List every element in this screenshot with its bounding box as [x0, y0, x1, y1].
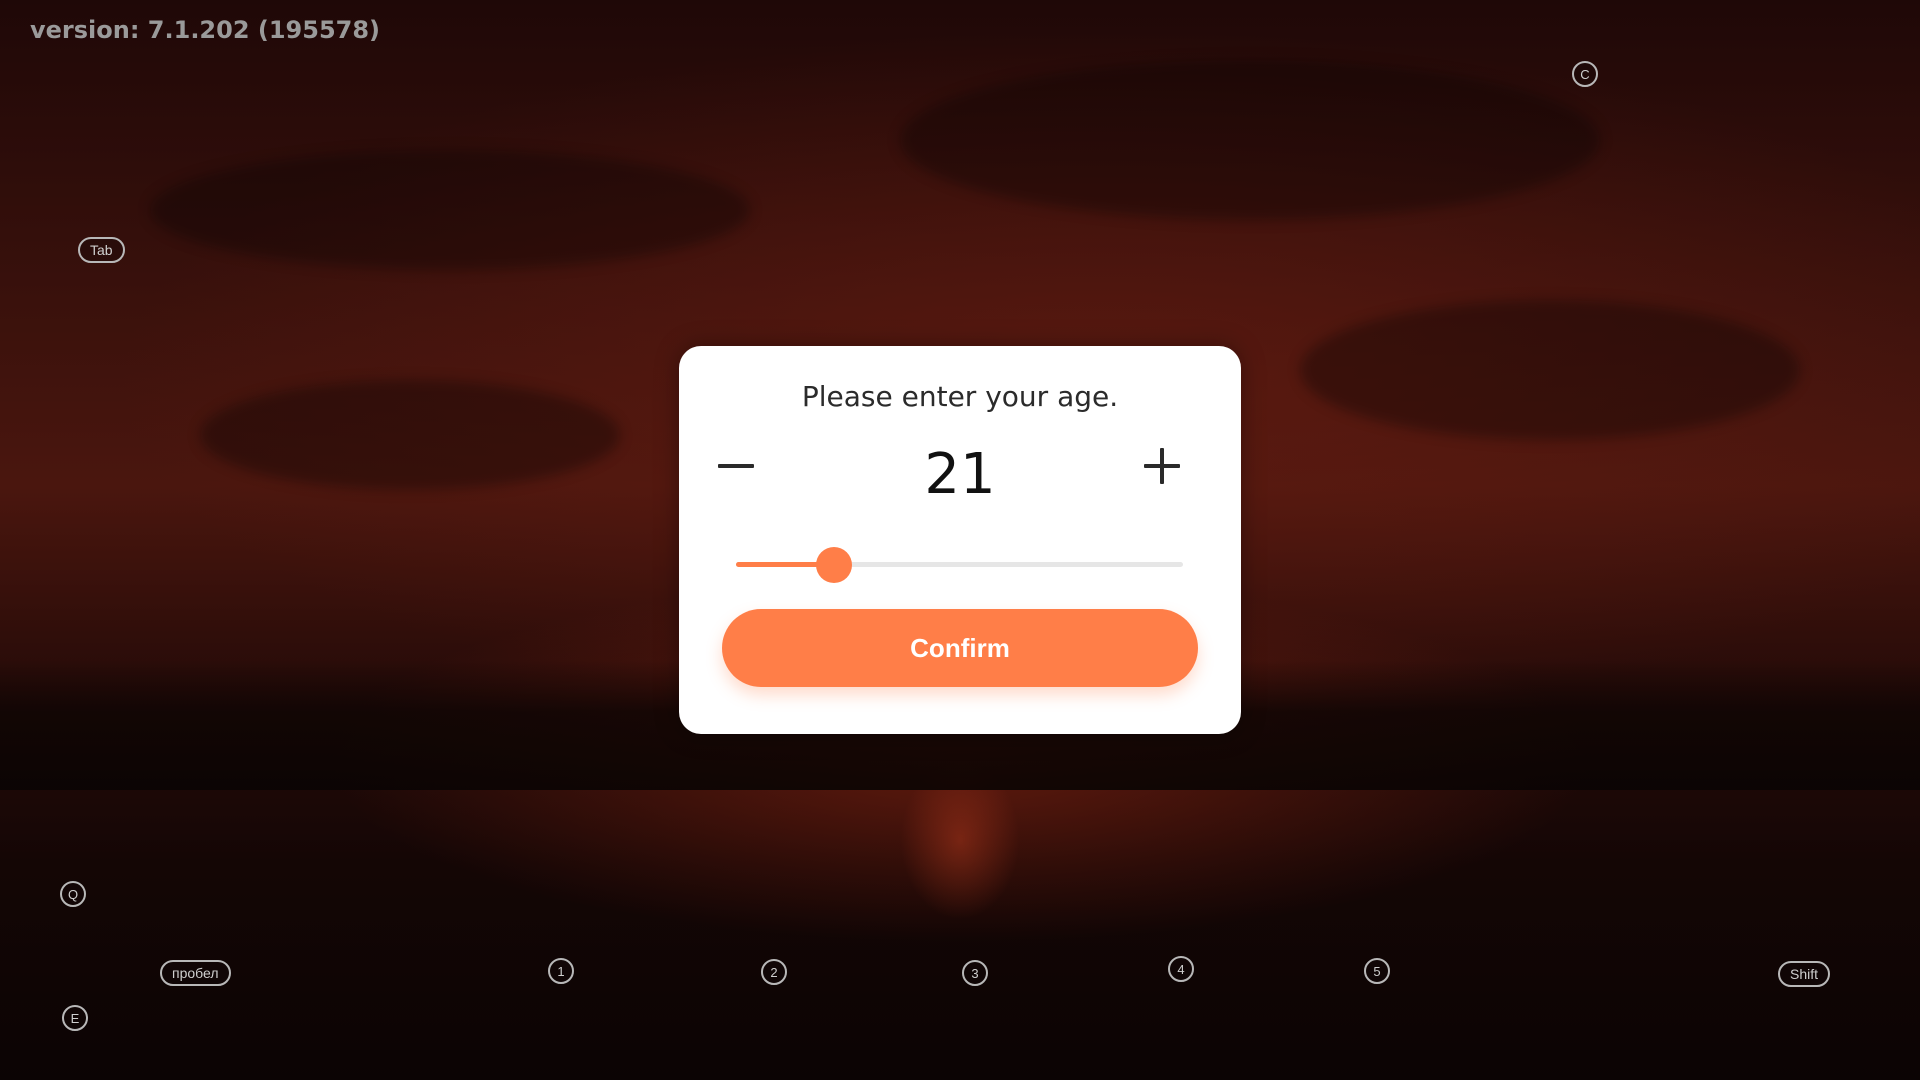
key-hint-4: 4: [1168, 956, 1194, 982]
key-hint-space: пробел: [160, 960, 231, 986]
age-slider[interactable]: [736, 547, 1183, 583]
plus-icon: [1144, 448, 1180, 484]
key-hint-q: Q: [60, 881, 86, 907]
key-hint-tab: Tab: [78, 237, 125, 263]
dialog-title: Please enter your age.: [801, 380, 1119, 413]
increment-button[interactable]: [1132, 436, 1192, 496]
key-hint-2: 2: [761, 959, 787, 985]
key-hint-3: 3: [962, 960, 988, 986]
confirm-button[interactable]: Confirm: [722, 609, 1198, 687]
slider-thumb[interactable]: [816, 547, 853, 583]
version-label: version: 7.1.202 (195578): [30, 16, 381, 44]
key-hint-1: 1: [548, 958, 574, 984]
key-hint-5: 5: [1364, 958, 1390, 984]
key-hint-shift: Shift: [1778, 961, 1831, 987]
key-hint-c: C: [1572, 61, 1598, 87]
key-hint-e: E: [62, 1005, 88, 1031]
age-dialog: Please enter your age. 21 Confirm: [679, 346, 1241, 734]
